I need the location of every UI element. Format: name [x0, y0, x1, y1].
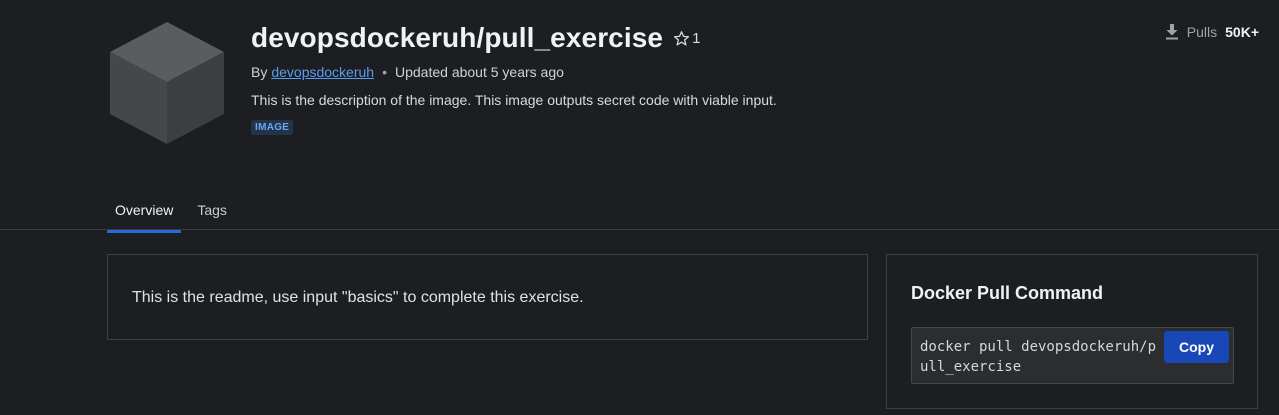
pulls-label: Pulls — [1186, 24, 1218, 40]
meta-separator: • — [382, 64, 387, 80]
repo-meta: By devopsdockeruh • Updated about 5 year… — [251, 64, 564, 80]
star-button[interactable]: 1 — [673, 30, 700, 47]
pull-command-box: docker pull devopsdockeruh/pull_exercise… — [911, 327, 1234, 384]
pull-command-title: Docker Pull Command — [911, 283, 1104, 303]
tab-tags[interactable]: Tags — [189, 192, 235, 233]
copy-button[interactable]: Copy — [1164, 331, 1229, 363]
by-label: By — [251, 64, 268, 80]
author-link[interactable]: devopsdockeruh — [271, 64, 374, 80]
star-count: 1 — [692, 29, 701, 47]
readme-text: This is the readme, use input "basics" t… — [132, 289, 584, 306]
pull-command-panel: Docker Pull Command docker pull devopsdo… — [886, 254, 1258, 409]
repo-title: devopsdockeruh/pull_exercise — [251, 22, 664, 53]
repo-image-cube-icon — [110, 22, 224, 144]
download-icon — [1165, 24, 1178, 40]
repo-title-row: devopsdockeruh/pull_exercise 1 — [251, 22, 700, 54]
star-icon — [674, 30, 690, 46]
image-badge: IMAGE — [251, 120, 294, 135]
tab-bar: Overview Tags — [107, 192, 243, 233]
repo-description: This is the description of the image. Th… — [251, 92, 777, 108]
pull-command-text[interactable]: docker pull devopsdockeruh/pull_exercise — [920, 337, 1160, 377]
pulls-stat: Pulls 50K+ — [1165, 24, 1259, 40]
tab-divider — [0, 229, 1279, 230]
tab-overview[interactable]: Overview — [107, 192, 182, 233]
updated-text: Updated about 5 years ago — [395, 64, 564, 80]
pulls-count: 50K+ — [1225, 24, 1259, 40]
readme-panel: This is the readme, use input "basics" t… — [107, 254, 868, 340]
